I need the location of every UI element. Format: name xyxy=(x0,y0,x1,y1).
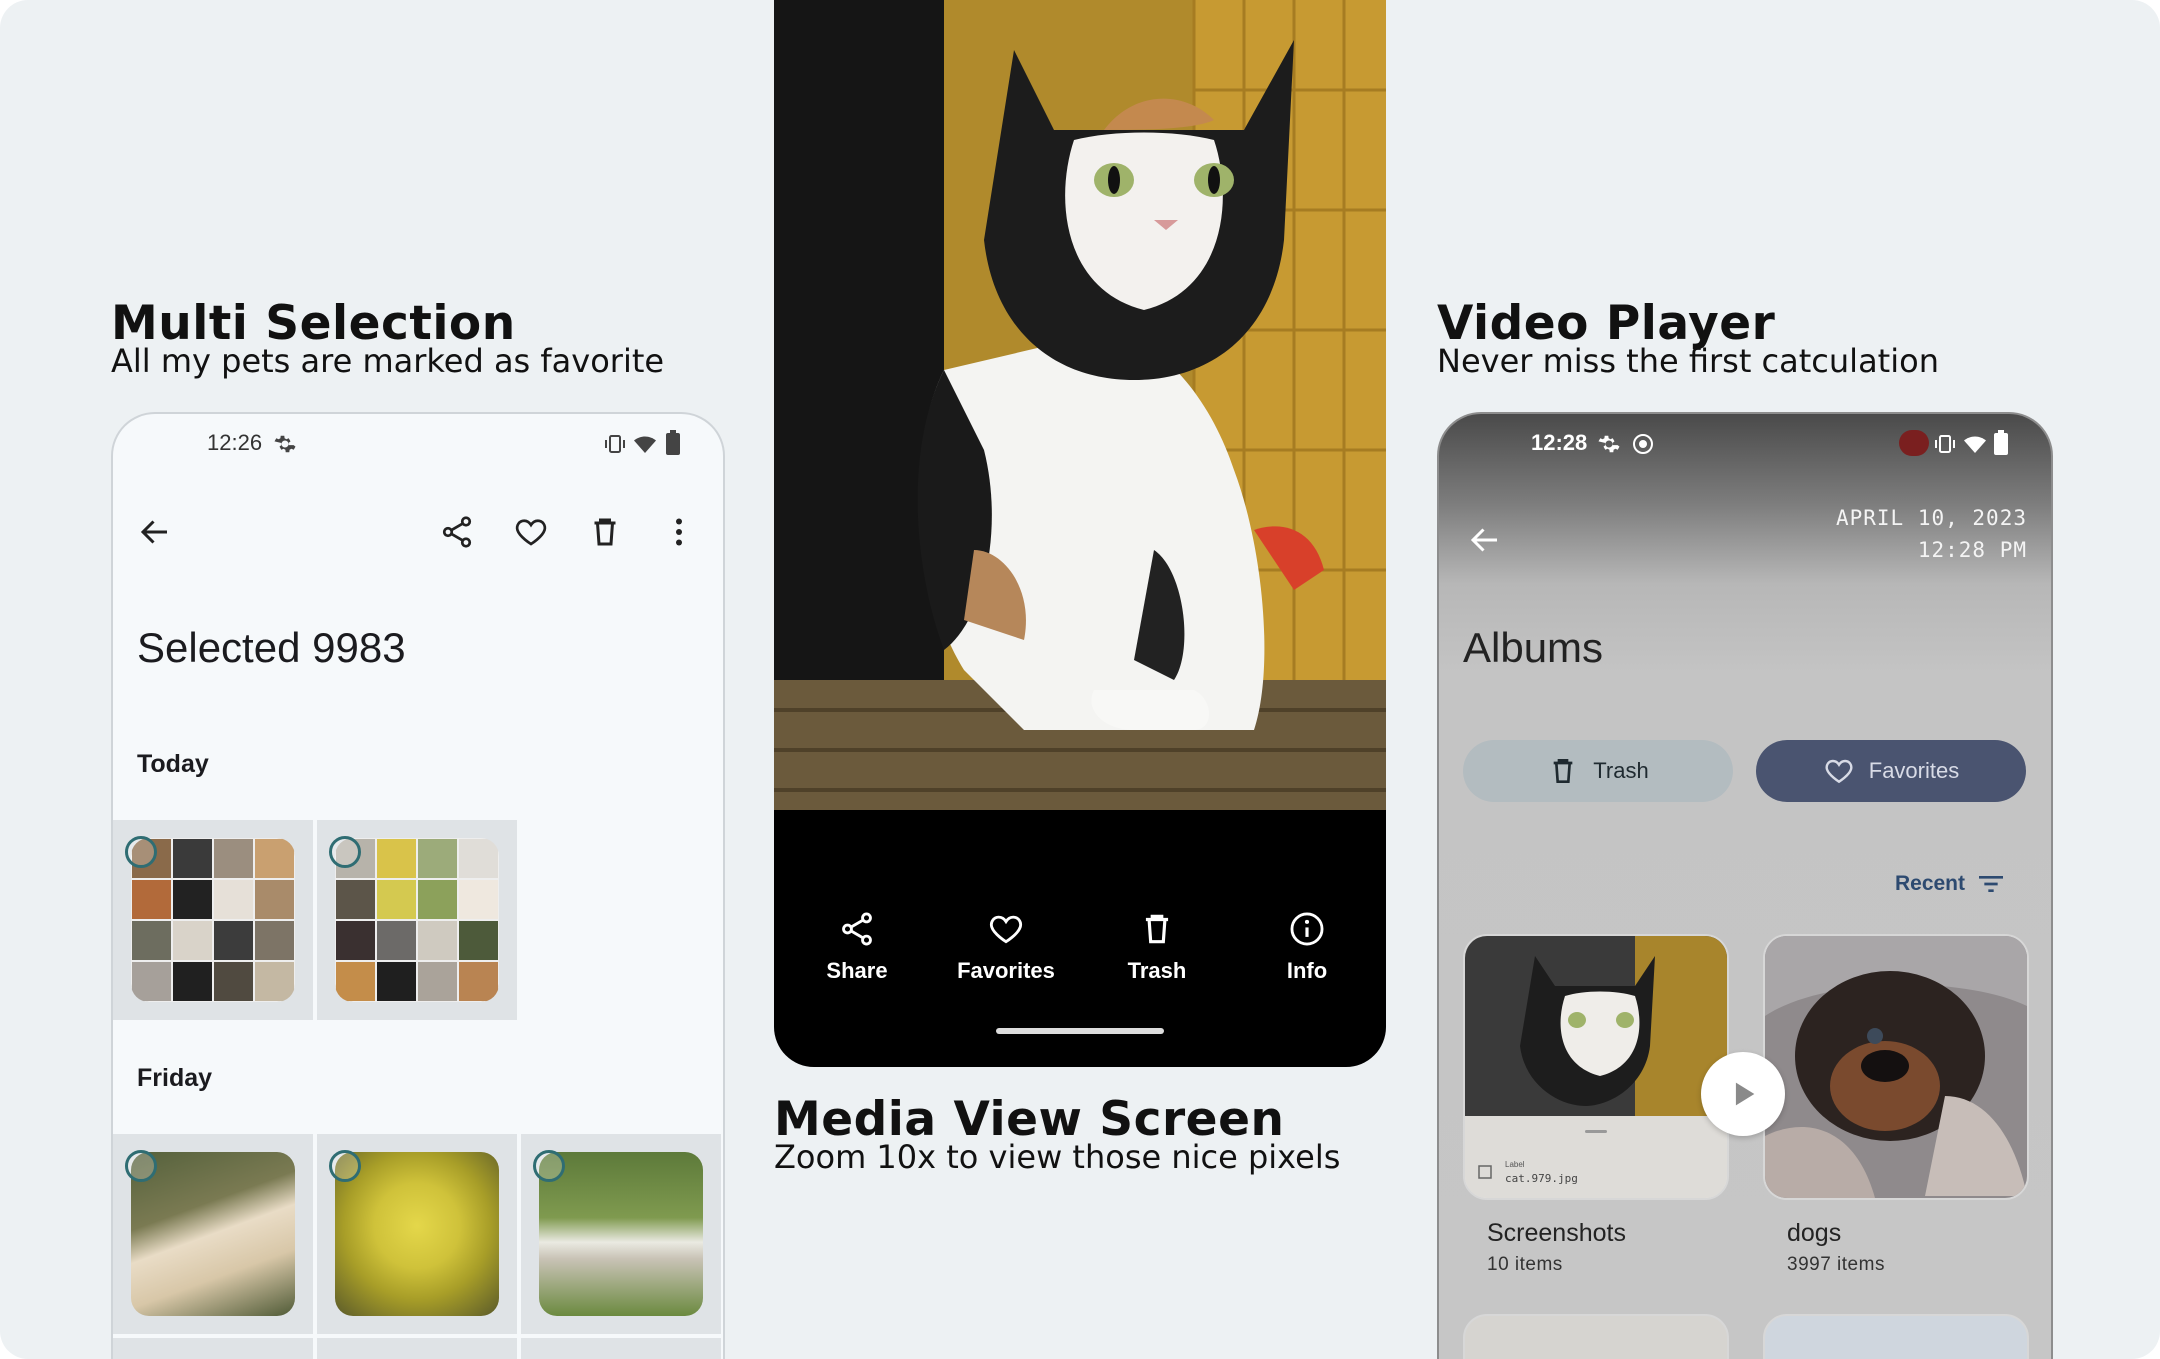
media-tile[interactable] xyxy=(521,1338,721,1359)
dog-photo-thumbnail xyxy=(335,1152,499,1316)
more-options-button[interactable] xyxy=(651,504,707,560)
screenshot-inner-filename: cat.979.jpg xyxy=(1505,1172,1578,1185)
gear-icon xyxy=(1598,435,1620,453)
share-icon xyxy=(842,912,872,946)
favorites-action-label: Favorites xyxy=(957,958,1055,983)
home-indicator[interactable] xyxy=(996,1028,1164,1034)
wifi-icon xyxy=(634,436,656,453)
play-button[interactable] xyxy=(1701,1052,1785,1136)
pets-collage-thumbnail xyxy=(131,838,295,1002)
favorite-button[interactable] xyxy=(503,504,559,560)
phone-multi-selection: 12:26 Selected 9983 Today Friday xyxy=(111,412,725,1359)
page-title: Albums xyxy=(1463,624,1604,671)
vibrate-icon xyxy=(1935,435,1955,453)
sort-label: Recent xyxy=(1894,872,1965,895)
heart-icon xyxy=(515,519,547,546)
play-icon xyxy=(1735,1082,1755,1106)
phone-media-view: Share Favorites Trash Info xyxy=(774,0,1386,1067)
album-dogs[interactable] xyxy=(1763,934,2029,1200)
section-header-today: Today xyxy=(137,750,209,778)
album-name: Screenshots xyxy=(1487,1219,1626,1247)
album-item-count: 10 items xyxy=(1487,1254,1563,1275)
share-button[interactable] xyxy=(429,504,485,560)
selection-check-icon[interactable] xyxy=(533,1150,565,1182)
status-time: 12:28 xyxy=(1531,430,1588,455)
media-tile[interactable] xyxy=(113,1134,313,1334)
section-header-friday: Friday xyxy=(137,1064,213,1092)
wifi-icon xyxy=(1964,436,1986,453)
recording-indicator xyxy=(1899,430,1929,456)
status-time: 12:26 xyxy=(207,430,263,455)
trash-icon xyxy=(594,518,616,546)
media-tile[interactable] xyxy=(521,1134,721,1334)
cat-photo xyxy=(774,0,1386,810)
selection-check-icon[interactable] xyxy=(125,836,157,868)
album-name: dogs xyxy=(1787,1219,1842,1247)
caption-subtitle-media-view: Zoom 10x to view those nice pixels xyxy=(774,1138,1341,1176)
more-vert-icon xyxy=(676,518,682,546)
share-action[interactable]: Share xyxy=(782,910,932,984)
album-partial[interactable] xyxy=(1763,1314,2029,1359)
screenshot-album-cover xyxy=(1465,936,1727,1198)
back-button[interactable] xyxy=(1457,512,1513,568)
share-action-label: Share xyxy=(826,958,888,983)
selection-check-icon[interactable] xyxy=(125,1150,157,1182)
media-tile[interactable] xyxy=(113,1338,313,1359)
caption-subtitle-video-player: Never miss the first catculation xyxy=(1437,342,1939,380)
trash-icon xyxy=(1553,759,1573,783)
sort-icon xyxy=(1979,876,2003,892)
album-item-count: 3997 items xyxy=(1787,1254,1885,1275)
dog-photo-thumbnail xyxy=(131,1152,295,1316)
vibrate-icon xyxy=(605,435,625,453)
gear-icon xyxy=(274,435,296,453)
selection-check-icon[interactable] xyxy=(329,836,361,868)
media-tile[interactable] xyxy=(317,820,517,1020)
info-action[interactable]: Info xyxy=(1232,910,1382,984)
album-screenshots[interactable]: Label cat.979.jpg xyxy=(1463,934,1729,1200)
share-icon xyxy=(442,516,472,548)
media-tile[interactable] xyxy=(317,1134,517,1334)
trash-button[interactable]: Trash xyxy=(1463,740,1733,802)
media-photo[interactable] xyxy=(774,0,1386,810)
sort-button[interactable]: Recent xyxy=(1895,868,2007,900)
trash-button-label: Trash xyxy=(1593,758,1649,783)
favorites-action[interactable]: Favorites xyxy=(931,910,1081,984)
media-date: APRIL 10, 2023 xyxy=(1835,506,2027,530)
trash-button[interactable] xyxy=(577,504,633,560)
trash-icon xyxy=(1145,914,1169,944)
arrow-back-icon xyxy=(1470,528,1497,552)
selection-count-title: Selected 9983 xyxy=(137,624,406,671)
trash-action[interactable]: Trash xyxy=(1082,910,1232,984)
media-time: 12:28 PM xyxy=(1917,538,2027,562)
heart-icon xyxy=(989,915,1023,944)
favorites-button-label: Favorites xyxy=(1868,758,1960,783)
caption-subtitle-multi-selection: All my pets are marked as favorite xyxy=(111,342,665,380)
pets-collage-thumbnail xyxy=(335,838,499,1002)
arrow-back-icon xyxy=(140,520,167,544)
album-partial[interactable] xyxy=(1463,1314,1729,1359)
info-action-label: Info xyxy=(1286,958,1328,983)
battery-icon xyxy=(1994,430,2008,455)
trash-action-label: Trash xyxy=(1127,958,1187,983)
dog-album-cover xyxy=(1765,936,2027,1198)
favorites-button[interactable]: Favorites xyxy=(1756,740,2026,802)
showcase-canvas: Multi Selection All my pets are marked a… xyxy=(0,0,2160,1359)
info-icon xyxy=(1290,912,1324,946)
media-tile[interactable] xyxy=(317,1338,517,1359)
selection-check-icon[interactable] xyxy=(329,1150,361,1182)
heart-icon xyxy=(1825,759,1853,784)
battery-icon xyxy=(666,430,680,455)
back-button[interactable] xyxy=(127,504,183,560)
screen-record-icon xyxy=(1633,434,1653,454)
dog-photo-thumbnail xyxy=(539,1152,703,1316)
media-tile[interactable] xyxy=(113,820,313,1020)
screenshot-inner-label: Label xyxy=(1505,1160,1525,1169)
phone-video-player: 12:28 APRIL 10, 2023 12:28 PM Albums Tra… xyxy=(1437,412,2053,1359)
media-date-overlay: APRIL 10, 2023 12:28 PM xyxy=(1836,502,2027,566)
